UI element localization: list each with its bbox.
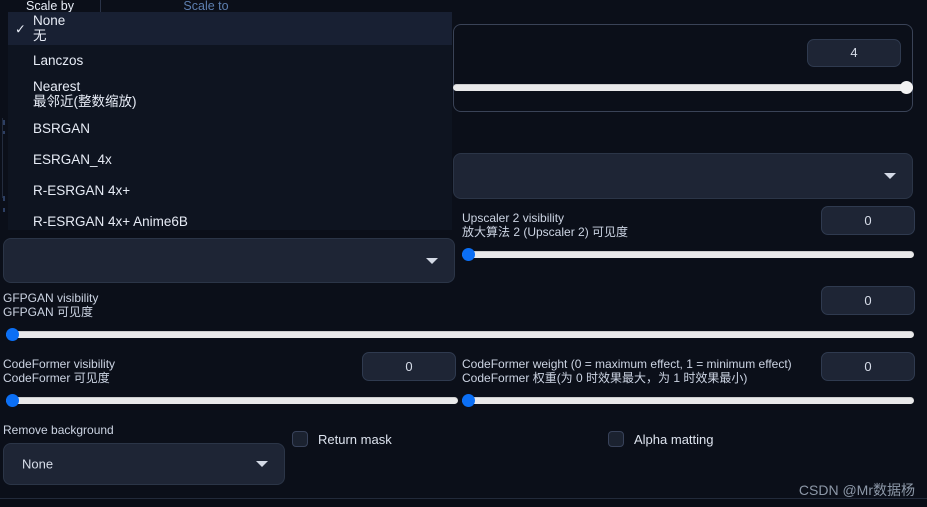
upscaler-2-visibility-label-en: Upscaler 2 visibility bbox=[462, 211, 565, 225]
resize-value-input[interactable]: 4 bbox=[807, 39, 901, 67]
return-mask-checkbox-row[interactable]: Return mask bbox=[292, 431, 392, 447]
upscaler-1-dropdown-menu[interactable]: ✓ None 无 Lanczos Nearest 最邻近(整数缩放) BSRGA… bbox=[8, 12, 452, 230]
codeformer-visibility-label: CodeFormer visibility CodeFormer 可见度 bbox=[3, 357, 115, 385]
dropdown-option-bsrgan[interactable]: BSRGAN bbox=[8, 113, 452, 144]
check-icon: ✓ bbox=[15, 21, 26, 36]
return-mask-checkbox[interactable] bbox=[292, 431, 308, 447]
chevron-down-icon bbox=[884, 173, 896, 179]
gfpgan-visibility-slider-thumb[interactable] bbox=[6, 328, 19, 341]
alpha-matting-checkbox-row[interactable]: Alpha matting bbox=[608, 431, 714, 447]
upscaler-2-visibility-label-cn: 放大算法 2 (Upscaler 2) 可见度 bbox=[462, 225, 629, 239]
codeformer-visibility-label-en: CodeFormer visibility bbox=[3, 357, 116, 371]
dropdown-option-label-en: Nearest bbox=[33, 79, 81, 94]
codeformer-weight-slider-track bbox=[462, 397, 914, 404]
dropdown-option-label-en: BSRGAN bbox=[33, 121, 91, 136]
remove-background-value: None bbox=[22, 456, 54, 472]
codeformer-visibility-slider-track bbox=[6, 397, 458, 404]
watermark: CSDN @Mr数据杨 bbox=[798, 482, 915, 498]
codeformer-weight-slider-thumb[interactable] bbox=[462, 394, 475, 407]
dropdown-option-label-en: ESRGAN_4x bbox=[33, 152, 112, 167]
codeformer-weight-slider[interactable] bbox=[462, 394, 914, 407]
upscaler-2-visibility-slider-track bbox=[462, 251, 914, 258]
codeformer-weight-input[interactable]: 0 bbox=[821, 352, 915, 381]
upscaler-2-visibility-label: Upscaler 2 visibility 放大算法 2 (Upscaler 2… bbox=[462, 211, 628, 239]
background-speck bbox=[3, 131, 5, 134]
resize-slider-thumb[interactable] bbox=[900, 81, 913, 94]
alpha-matting-label: Alpha matting bbox=[634, 431, 714, 447]
dropdown-option-r-esrgan-4x-plus[interactable]: R-ESRGAN 4x+ bbox=[8, 175, 452, 206]
return-mask-label: Return mask bbox=[318, 431, 392, 447]
gfpgan-visibility-slider-track bbox=[6, 331, 914, 338]
dropdown-option-label-en: None bbox=[33, 13, 66, 28]
upscaler-2-visibility-slider-thumb[interactable] bbox=[462, 248, 475, 261]
dropdown-option-esrgan-4x[interactable]: ESRGAN_4x bbox=[8, 144, 452, 175]
background-edge-line bbox=[2, 118, 3, 198]
upscaler-2-select[interactable] bbox=[3, 238, 455, 283]
remove-background-label-text: Remove background bbox=[3, 423, 114, 437]
upscaler-1-select[interactable] bbox=[453, 153, 913, 199]
gfpgan-visibility-label: GFPGAN visibility GFPGAN 可见度 bbox=[3, 291, 98, 319]
dropdown-option-nearest[interactable]: Nearest 最邻近(整数缩放) bbox=[8, 76, 452, 113]
upscale-settings-panel: Scale by Scale to 4 Upscaler 2 visibilit… bbox=[0, 0, 927, 507]
dropdown-option-label-cn: 无 bbox=[33, 28, 47, 43]
codeformer-visibility-slider-thumb[interactable] bbox=[6, 394, 19, 407]
alpha-matting-checkbox[interactable] bbox=[608, 431, 624, 447]
resize-panel bbox=[453, 24, 913, 112]
codeformer-weight-label-en: CodeFormer weight (0 = maximum effect, 1… bbox=[462, 357, 792, 371]
chevron-down-icon bbox=[256, 461, 268, 467]
remove-background-select[interactable]: None bbox=[3, 443, 285, 485]
footer-strip bbox=[0, 499, 927, 507]
dropdown-option-label-en: R-ESRGAN 4x+ bbox=[33, 183, 131, 198]
gfpgan-visibility-input[interactable]: 0 bbox=[821, 286, 915, 315]
resize-slider-track bbox=[453, 84, 913, 91]
background-speck bbox=[3, 120, 5, 125]
codeformer-visibility-slider[interactable] bbox=[6, 394, 458, 407]
codeformer-visibility-input[interactable]: 0 bbox=[362, 352, 456, 381]
background-speck bbox=[3, 208, 5, 212]
dropdown-option-r-esrgan-4x-plus-anime6b[interactable]: R-ESRGAN 4x+ Anime6B bbox=[8, 206, 452, 230]
remove-background-label: Remove background bbox=[3, 423, 114, 437]
codeformer-visibility-label-cn: CodeFormer 可见度 bbox=[3, 371, 110, 385]
gfpgan-visibility-label-en: GFPGAN visibility bbox=[3, 291, 99, 305]
gfpgan-visibility-label-cn: GFPGAN 可见度 bbox=[3, 305, 94, 319]
codeformer-weight-label: CodeFormer weight (0 = maximum effect, 1… bbox=[462, 357, 792, 385]
upscaler-2-visibility-input[interactable]: 0 bbox=[821, 206, 915, 235]
dropdown-option-lanczos[interactable]: Lanczos bbox=[8, 45, 452, 76]
codeformer-weight-label-cn: CodeFormer 权重(为 0 时效果最大，为 1 时效果最小) bbox=[462, 371, 748, 385]
dropdown-option-label-cn: 最邻近(整数缩放) bbox=[33, 94, 137, 109]
resize-slider[interactable] bbox=[453, 81, 913, 94]
dropdown-option-label-en: Lanczos bbox=[33, 53, 84, 68]
upscaler-2-visibility-slider[interactable] bbox=[462, 248, 914, 261]
dropdown-option-label-en: R-ESRGAN 4x+ Anime6B bbox=[33, 214, 188, 229]
dropdown-option-none[interactable]: ✓ None 无 bbox=[8, 12, 452, 45]
chevron-down-icon bbox=[426, 257, 438, 264]
background-speck bbox=[3, 196, 5, 201]
gfpgan-visibility-slider[interactable] bbox=[6, 328, 914, 341]
